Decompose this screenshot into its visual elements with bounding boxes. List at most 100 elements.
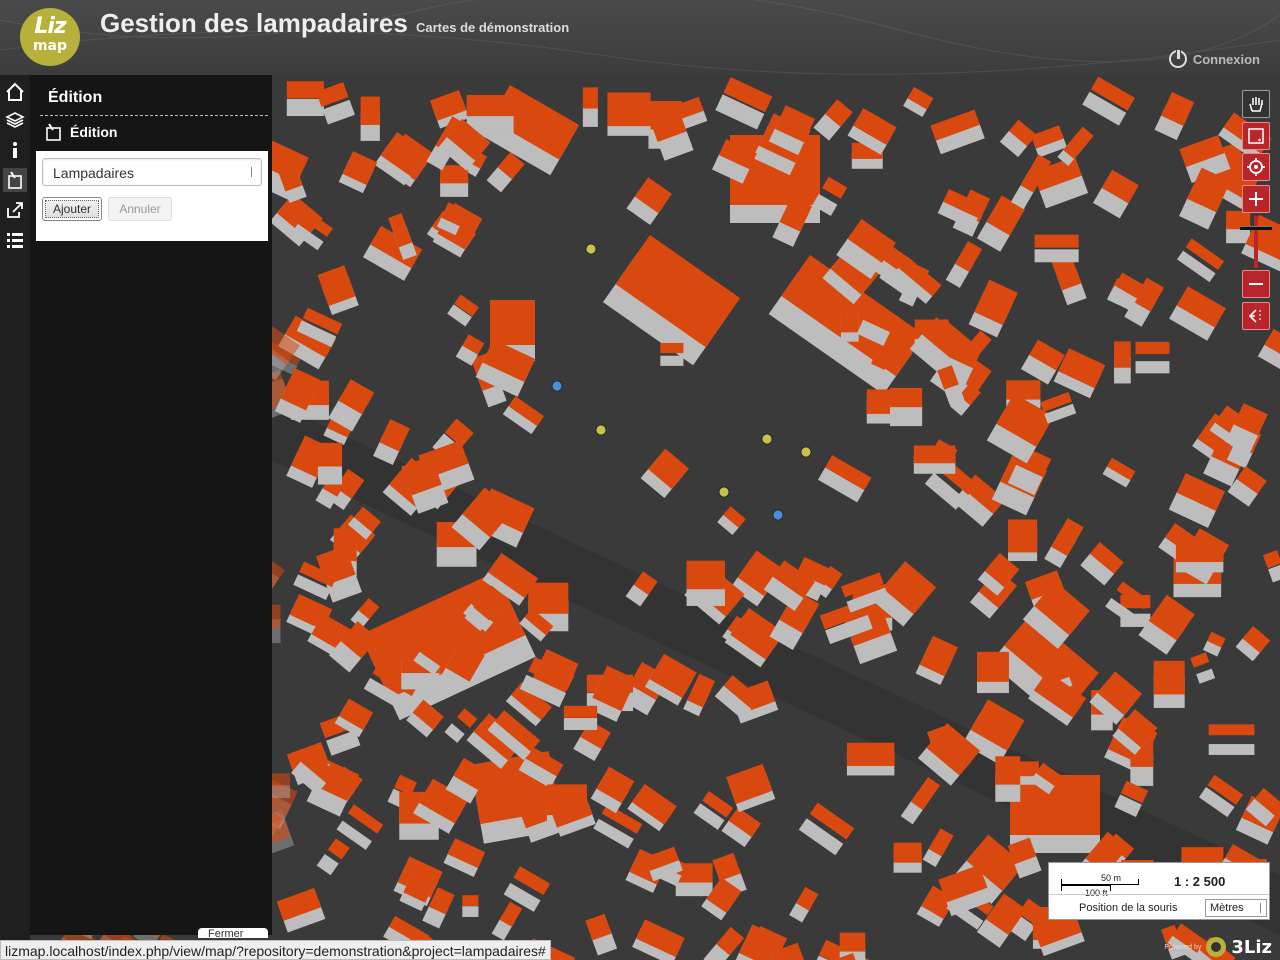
list-icon <box>7 233 23 248</box>
building <box>1092 169 1139 219</box>
building <box>715 77 773 130</box>
map-menu <box>0 75 30 960</box>
zoom-out-button[interactable] <box>1242 270 1270 298</box>
building <box>1208 724 1255 755</box>
building <box>338 151 378 194</box>
building <box>1168 473 1225 528</box>
building <box>1135 341 1170 374</box>
building <box>1202 631 1226 657</box>
scale-imperial-label: 100 ft <box>1085 888 1108 898</box>
building <box>1235 626 1271 662</box>
geolocate-button[interactable] <box>1242 153 1270 181</box>
edition-heading-label: Édition <box>70 124 118 140</box>
dock-close-tab[interactable]: Fermer <box>198 928 268 938</box>
lamp-point[interactable] <box>718 486 730 498</box>
menu-edition[interactable] <box>3 168 27 192</box>
building <box>1102 457 1136 488</box>
zoom-in-button[interactable] <box>1242 185 1270 213</box>
building <box>1177 238 1225 283</box>
building <box>995 756 1021 802</box>
building <box>913 445 956 474</box>
building <box>491 901 523 941</box>
building <box>1262 550 1280 583</box>
building <box>1198 774 1244 818</box>
pan-button[interactable] <box>1242 90 1270 118</box>
building <box>945 241 983 288</box>
lamp-point[interactable] <box>800 446 812 458</box>
building <box>502 396 545 435</box>
menu-layers[interactable] <box>3 108 27 132</box>
building <box>276 887 326 933</box>
page-subtitle: Cartes de démonstration <box>416 20 570 35</box>
building <box>817 455 872 503</box>
building <box>317 265 359 316</box>
building <box>1154 92 1195 141</box>
building <box>930 109 985 155</box>
units-select[interactable]: Mètres <box>1205 899 1267 917</box>
lizmap-logo[interactable]: Liz map <box>20 8 80 66</box>
building <box>915 635 958 685</box>
scale-divider <box>1049 894 1269 895</box>
layer-select-value: Lampadaires <box>53 165 134 181</box>
scale-metric-label: 50 m <box>1101 873 1122 883</box>
page-title: Gestion des lampadaires <box>100 8 408 38</box>
lamp-point[interactable] <box>585 243 597 255</box>
building <box>717 506 746 535</box>
mouse-position-label: Position de la souris <box>1079 902 1178 914</box>
lamp-point[interactable] <box>551 380 563 392</box>
add-button[interactable]: Ajouter <box>42 197 102 221</box>
menu-permalink[interactable] <box>3 198 27 222</box>
powered-by[interactable]: Powered by 3Liz <box>1164 936 1272 958</box>
cancel-button[interactable]: Annuler <box>108 197 172 221</box>
building <box>632 919 685 960</box>
dock-title: Édition <box>48 89 103 106</box>
building <box>443 838 486 877</box>
building <box>846 742 895 776</box>
building <box>336 804 384 850</box>
building <box>440 165 469 197</box>
building <box>1175 541 1224 573</box>
building <box>360 96 380 141</box>
menu-legend[interactable] <box>3 228 27 252</box>
building <box>607 92 651 136</box>
menu-metadata[interactable] <box>3 138 27 162</box>
powered-by-brand: 3Liz <box>1231 936 1272 958</box>
lamp-point[interactable] <box>595 424 607 436</box>
info-icon <box>13 142 17 158</box>
scale-panel: 50 m 100 ft 1 : 2 500 Position de la sou… <box>1048 862 1270 920</box>
edit-icon <box>8 171 22 189</box>
building <box>1080 542 1124 586</box>
plus-icon <box>1249 192 1263 206</box>
building <box>1153 660 1185 708</box>
building <box>893 842 922 873</box>
building <box>1051 254 1087 306</box>
power-icon <box>1168 49 1187 68</box>
3liz-logo-icon <box>1206 937 1227 957</box>
edit-icon <box>46 123 61 141</box>
building <box>900 777 941 825</box>
building <box>1190 652 1216 684</box>
scale-value: 1 : 2 500 <box>1174 874 1226 889</box>
building <box>1114 341 1131 384</box>
lamp-point[interactable] <box>772 509 784 521</box>
menu-home[interactable] <box>3 80 27 104</box>
building <box>813 99 853 141</box>
building <box>374 131 428 186</box>
building <box>585 913 618 956</box>
dropdown-arrow-icon <box>1260 903 1264 913</box>
zoom-slider-handle[interactable] <box>1240 226 1272 230</box>
zoom-box-button[interactable] <box>1242 122 1270 150</box>
building <box>726 763 776 813</box>
lamp-point[interactable] <box>761 433 773 445</box>
building <box>789 886 819 923</box>
hand-icon <box>1249 97 1263 112</box>
zoom-slider[interactable] <box>1254 216 1258 268</box>
building <box>977 651 1009 694</box>
logo-text-top: Liz <box>34 14 66 39</box>
building <box>1257 328 1280 380</box>
login-link[interactable]: Connexion <box>1168 49 1260 68</box>
building <box>968 279 1018 338</box>
previous-extent-button[interactable] <box>1242 302 1270 330</box>
layer-select[interactable]: Lampadaires <box>42 158 262 186</box>
header: Liz map Gestion des lampadaires Cartes d… <box>0 0 1280 75</box>
